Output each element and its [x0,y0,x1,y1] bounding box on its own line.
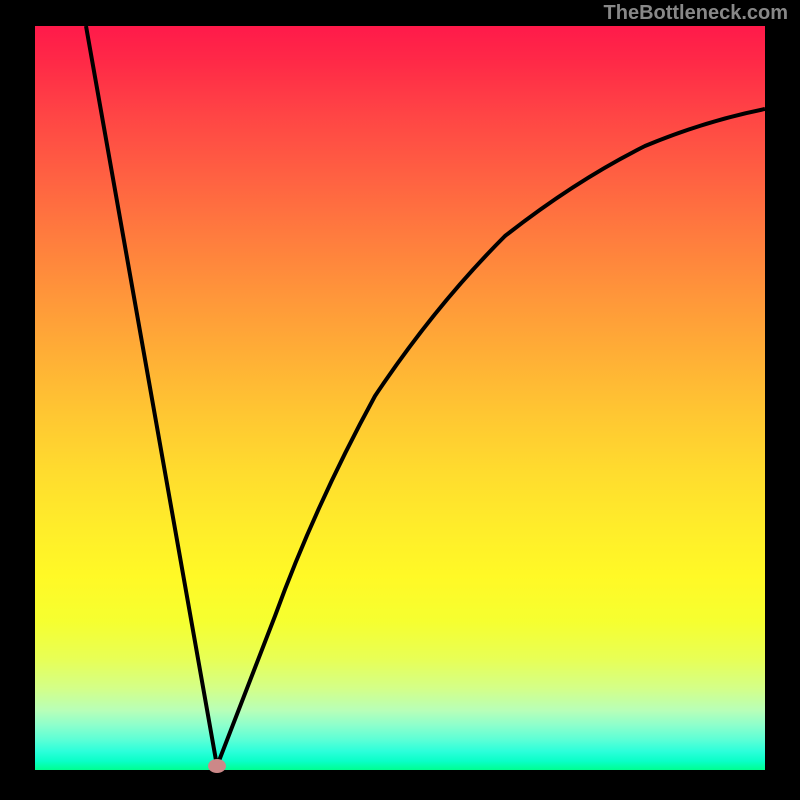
watermark-text: TheBottleneck.com [604,2,788,25]
curve-svg [35,26,765,770]
minimum-point-marker [208,759,226,773]
chart-container: TheBottleneck.com [0,0,800,800]
plot-area [35,26,765,770]
bottleneck-curve [86,26,765,766]
